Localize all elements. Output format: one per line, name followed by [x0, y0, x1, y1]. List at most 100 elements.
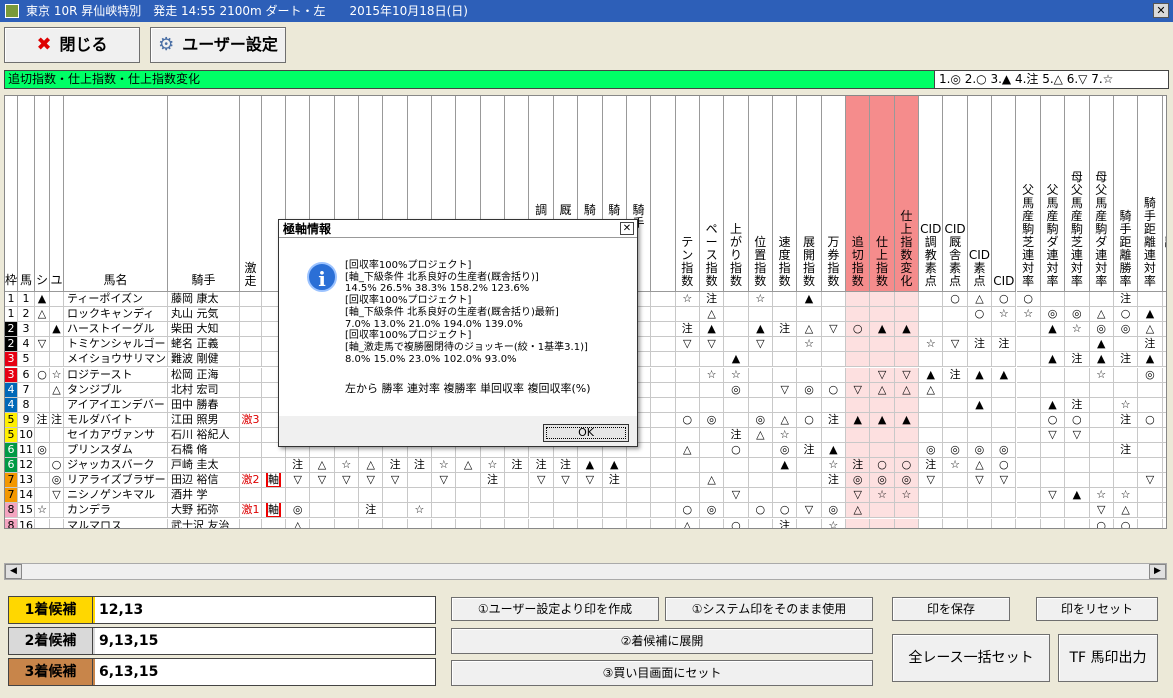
cell-yu[interactable]: ▽ — [50, 488, 64, 504]
reset-marks-button[interactable]: 印をリセット — [1036, 597, 1158, 621]
dialog-close-button[interactable]: ✕ — [620, 222, 634, 235]
column-header[interactable]: 母父馬産駒芝連対率 — [1065, 96, 1090, 292]
cell-yu[interactable]: △ — [50, 382, 64, 398]
cell-yu[interactable] — [50, 427, 64, 443]
column-header[interactable]: 万券指数 — [821, 96, 847, 292]
column-header[interactable]: CID素点 — [967, 96, 993, 292]
cell-shi[interactable] — [35, 322, 50, 338]
cell-shi[interactable] — [35, 458, 50, 474]
cell-shi[interactable] — [35, 473, 50, 489]
column-header[interactable]: 仕上指数変化 — [894, 96, 920, 292]
cell-yu[interactable] — [50, 503, 64, 519]
jiku-marker[interactable]: 軸 — [266, 473, 281, 488]
candidate-2nd-value[interactable]: 9,13,15 — [95, 628, 435, 654]
cell-jiku[interactable] — [262, 458, 286, 474]
cell-shi[interactable] — [35, 427, 50, 443]
cell-shi[interactable]: ☆ — [35, 503, 50, 519]
column-header[interactable]: 騎手距離勝率 — [1113, 96, 1139, 292]
candidate-1st-value[interactable]: 12,13 — [95, 597, 435, 623]
column-header[interactable]: CID厩舎素点 — [943, 96, 968, 292]
set-betting-button[interactable]: ③買い目画面にセット — [451, 660, 873, 686]
cell-yu[interactable] — [50, 443, 64, 458]
user-settings-button[interactable]: ⚙ ユーザー設定 — [150, 27, 286, 63]
column-header[interactable]: CID — [992, 96, 1017, 292]
mark-cell: ▽ — [724, 488, 749, 504]
cell-yu[interactable] — [50, 397, 64, 413]
cell-shi[interactable] — [35, 488, 50, 504]
horizontal-scrollbar[interactable]: ◀ ▶ — [4, 563, 1167, 580]
cell-yu[interactable]: ◎ — [50, 473, 64, 489]
cell-jiku[interactable] — [262, 488, 286, 504]
column-header[interactable]: 騎手距離3着内率 — [1162, 96, 1166, 292]
cell-yu[interactable]: ▲ — [50, 322, 64, 338]
column-header[interactable]: 騎手 — [168, 96, 240, 292]
column-header[interactable]: 追切指数 — [846, 96, 871, 292]
column-header[interactable]: 上がり指数 — [724, 96, 749, 292]
column-header[interactable]: 父馬産駒芝連対率 — [1016, 96, 1041, 292]
column-header[interactable]: 仕上指数 — [870, 96, 895, 292]
cell-shi[interactable]: ▽ — [35, 337, 50, 353]
mark-cell — [626, 488, 652, 504]
cell-shi[interactable]: ▲ — [35, 292, 50, 307]
mark-cell — [967, 322, 993, 338]
system-marks-button[interactable]: ①システム印をそのまま使用 — [665, 597, 873, 621]
mark-cell — [359, 488, 384, 504]
column-header[interactable]: 速度指数 — [773, 96, 798, 292]
cell-yu[interactable] — [50, 292, 64, 307]
column-header[interactable]: シ — [35, 96, 50, 292]
user-marks-button[interactable]: ①ユーザー設定より印を作成 — [451, 597, 659, 621]
close-button[interactable]: ✖ 閉じる — [4, 27, 140, 63]
cell-jiku[interactable]: 軸 — [262, 473, 286, 489]
column-header[interactable]: 激走 — [240, 96, 262, 292]
cell-shi[interactable] — [35, 518, 50, 528]
dialog-ok-button[interactable]: OK — [543, 424, 629, 442]
cell-shi[interactable]: ◎ — [35, 443, 50, 458]
cell-yu[interactable] — [50, 337, 64, 353]
column-header[interactable]: ペース指数 — [699, 96, 725, 292]
set-all-races-button[interactable]: 全レース一括セット — [892, 634, 1050, 682]
column-header[interactable]: テン指数 — [675, 96, 700, 292]
cell-yu[interactable] — [50, 307, 64, 323]
column-header[interactable]: 位置指数 — [748, 96, 773, 292]
mark-cell — [992, 427, 1017, 443]
mark-cell: ▽ — [310, 473, 335, 489]
column-header[interactable]: 枠 — [5, 96, 18, 292]
scroll-left-arrow[interactable]: ◀ — [5, 564, 22, 579]
cell-uma: 3 — [18, 322, 35, 338]
cell-yu[interactable]: 注 — [50, 412, 64, 428]
column-header[interactable]: 馬名 — [64, 96, 168, 292]
mark-cell: ○ — [724, 518, 749, 528]
cell-shi[interactable]: ○ — [35, 367, 50, 383]
cell-jiku[interactable] — [262, 518, 286, 528]
mark-cell: ☆ — [773, 427, 798, 443]
cell-jockey: 柴田 大知 — [168, 322, 240, 338]
cell-shi[interactable] — [35, 397, 50, 413]
cell-shi[interactable] — [35, 352, 50, 368]
column-header[interactable] — [651, 96, 676, 292]
mark-cell: ○ — [1162, 368, 1166, 383]
candidate-3rd: 3着候補 6,13,15 — [8, 658, 436, 686]
column-header[interactable]: 父馬産駒ダ連対率 — [1040, 96, 1066, 292]
cell-shi[interactable]: △ — [35, 307, 50, 323]
column-header[interactable]: 騎手距離連対率 — [1138, 96, 1163, 292]
cell-gek — [240, 488, 262, 504]
tf-output-button[interactable]: TF 馬印出力 — [1058, 634, 1158, 682]
cell-jiku[interactable]: 軸 — [262, 503, 286, 519]
cell-yu[interactable] — [50, 518, 64, 528]
candidate-3rd-value[interactable]: 6,13,15 — [95, 659, 435, 685]
cell-shi[interactable] — [35, 382, 50, 398]
save-marks-button[interactable]: 印を保存 — [892, 597, 1010, 621]
cell-shi[interactable]: 注 — [35, 412, 50, 428]
column-header[interactable]: CID調教素点 — [919, 96, 944, 292]
cell-yu[interactable]: ○ — [50, 458, 64, 474]
column-header[interactable]: 馬 — [18, 96, 35, 292]
column-header[interactable]: 母父馬産駒ダ連対率 — [1089, 96, 1114, 292]
window-close-button[interactable]: ✕ — [1153, 3, 1169, 18]
scroll-right-arrow[interactable]: ▶ — [1149, 564, 1166, 579]
jiku-marker[interactable]: 軸 — [266, 503, 281, 518]
column-header[interactable]: ユ — [50, 96, 64, 292]
expand-candidates-button[interactable]: ②着候補に展開 — [451, 628, 873, 654]
column-header[interactable]: 展開指数 — [797, 96, 822, 292]
cell-yu[interactable]: ☆ — [50, 367, 64, 383]
cell-yu[interactable] — [50, 352, 64, 368]
